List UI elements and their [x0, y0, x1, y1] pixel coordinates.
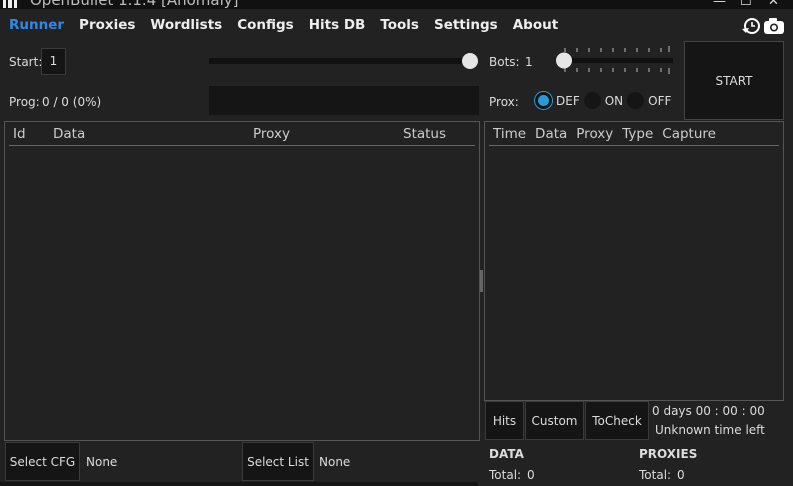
cfg-value: None: [86, 455, 118, 469]
main-nav: Runner Proxies Wordlists Configs Hits DB…: [9, 17, 558, 33]
bottom-bar: [0, 482, 478, 486]
splitter-handle[interactable]: [480, 270, 483, 292]
column-time[interactable]: Time: [493, 126, 526, 142]
select-list-button[interactable]: Select List: [242, 442, 314, 481]
column-proxy[interactable]: Proxy: [253, 126, 290, 142]
tab-settings[interactable]: Settings: [434, 17, 498, 33]
list-value: None: [319, 455, 351, 469]
hits-table: Time Data Proxy Type Capture: [484, 121, 784, 401]
tab-hits-db[interactable]: Hits DB: [309, 17, 366, 33]
column-proxy[interactable]: Proxy: [576, 126, 613, 142]
maximize-icon[interactable]: ☐: [740, 0, 752, 9]
column-type[interactable]: Type: [622, 126, 653, 142]
start-slider-track[interactable]: [209, 58, 471, 64]
column-data[interactable]: Data: [535, 126, 567, 142]
prox-off-label: OFF: [648, 93, 672, 108]
history-icon[interactable]: [740, 16, 762, 36]
title-bar: OpenBullet 1.1.4 [Anomaly] — ☐ ✕: [0, 0, 793, 9]
select-cfg-button[interactable]: Select CFG: [5, 442, 80, 481]
start-label: Start:: [9, 55, 43, 69]
data-total-value: 0: [527, 468, 535, 482]
data-table-header: Id Data Proxy Status: [9, 122, 475, 146]
tab-proxies[interactable]: Proxies: [79, 17, 135, 33]
tab-about[interactable]: About: [513, 17, 558, 33]
camera-icon[interactable]: [763, 17, 785, 35]
bots-label: Bots:: [489, 55, 520, 69]
column-capture[interactable]: Capture: [662, 126, 716, 142]
window-title: OpenBullet 1.1.4 [Anomaly]: [30, 0, 239, 9]
column-data[interactable]: Data: [53, 126, 85, 142]
tocheck-button[interactable]: ToCheck: [585, 401, 649, 440]
prog-label: Prog:: [9, 95, 40, 109]
column-id[interactable]: Id: [13, 126, 26, 142]
elapsed-time: 0 days 00 : 00 : 00: [652, 404, 765, 418]
close-icon[interactable]: ✕: [768, 0, 779, 9]
hits-button[interactable]: Hits: [485, 401, 524, 440]
prox-label: Prox:: [489, 95, 519, 109]
data-stats-title: DATA: [489, 447, 524, 461]
prox-def-label: DEF: [556, 93, 580, 108]
tab-wordlists[interactable]: Wordlists: [150, 17, 222, 33]
data-table: Id Data Proxy Status: [4, 121, 480, 441]
proxies-total-value: 0: [677, 468, 685, 482]
start-slider-thumb[interactable]: [462, 53, 478, 69]
minimize-icon[interactable]: —: [713, 0, 726, 9]
bots-value: 1: [525, 55, 533, 69]
tab-runner[interactable]: Runner: [9, 17, 64, 33]
prox-radio-group: DEF ON OFF: [535, 92, 671, 109]
proxies-stats-title: PROXIES: [639, 447, 698, 461]
column-status[interactable]: Status: [403, 126, 446, 142]
time-left: Unknown time left: [655, 423, 765, 437]
app-logo-icon: [3, 0, 17, 8]
tab-configs[interactable]: Configs: [237, 17, 294, 33]
prox-off-radio[interactable]: [627, 92, 645, 109]
bots-slider[interactable]: [555, 44, 675, 76]
start-input[interactable]: 1: [41, 48, 66, 75]
tab-tools[interactable]: Tools: [380, 17, 419, 33]
proxies-total-label: Total:: [639, 468, 672, 482]
prox-def-radio[interactable]: [535, 92, 552, 109]
start-button[interactable]: START: [684, 41, 784, 120]
prog-value: 0 / 0 (0%): [42, 95, 102, 109]
hits-table-header: Time Data Proxy Type Capture: [489, 122, 779, 146]
prox-on-label: ON: [604, 93, 624, 108]
data-total-label: Total:: [489, 468, 522, 482]
custom-button[interactable]: Custom: [525, 401, 584, 440]
progress-bar: [209, 86, 479, 115]
prox-on-radio[interactable]: [583, 92, 601, 109]
